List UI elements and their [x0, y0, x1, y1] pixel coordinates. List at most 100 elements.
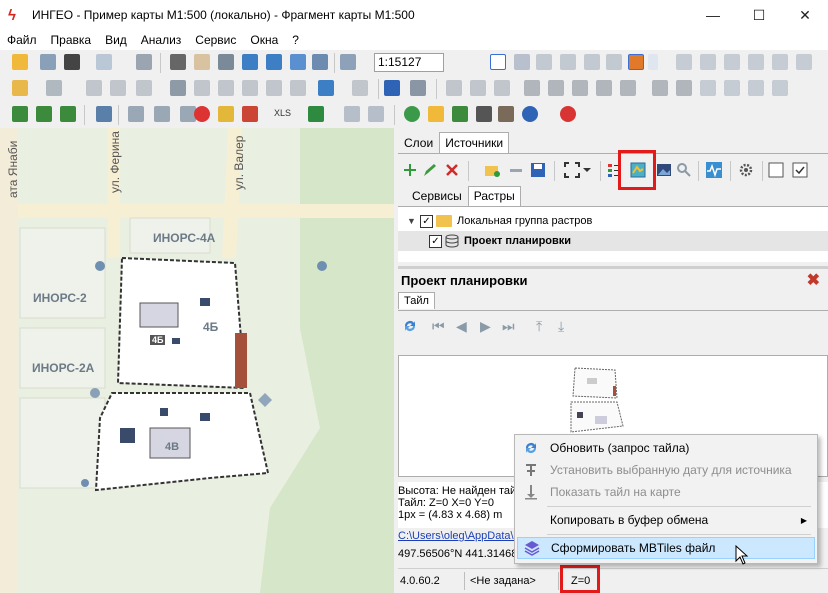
- search-icon[interactable]: [676, 162, 692, 178]
- tab-layers[interactable]: Слои: [398, 132, 439, 154]
- menu-windows[interactable]: Окна: [243, 33, 285, 47]
- tool-m-icon[interactable]: [748, 80, 764, 96]
- move-icon[interactable]: [170, 80, 186, 96]
- tree-row-group[interactable]: ▼ ✓ Локальная группа растров: [398, 211, 828, 231]
- grid4-icon[interactable]: [748, 54, 764, 70]
- delete-icon[interactable]: [444, 162, 460, 178]
- rotate-icon[interactable]: [194, 80, 210, 96]
- close-panel-icon[interactable]: ✖: [807, 270, 820, 290]
- menu-edit[interactable]: Правка: [44, 33, 99, 47]
- select-lasso-icon[interactable]: [560, 54, 576, 70]
- tool-n-icon[interactable]: [772, 80, 788, 96]
- scale-input[interactable]: 1:15127: [374, 53, 444, 72]
- select-rect-icon[interactable]: [536, 54, 552, 70]
- gear-icon[interactable]: [738, 162, 754, 178]
- node-tool3-icon[interactable]: [60, 106, 76, 122]
- tab-sources[interactable]: Источники: [439, 132, 510, 154]
- minimize-button[interactable]: —: [690, 0, 736, 30]
- select-circle-icon[interactable]: [584, 54, 600, 70]
- grid3-icon[interactable]: [724, 54, 740, 70]
- help-icon[interactable]: [522, 106, 538, 122]
- group-checkbox[interactable]: ✓: [420, 214, 433, 228]
- compass-icon[interactable]: [428, 106, 444, 122]
- menu-file[interactable]: Файл: [0, 33, 44, 47]
- save-icon[interactable]: [530, 162, 546, 178]
- node-tool-icon[interactable]: [12, 106, 28, 122]
- tile-path-link[interactable]: C:\Users\oleg\AppData\L: [398, 530, 520, 542]
- refresh-icon[interactable]: [402, 318, 418, 334]
- next-icon[interactable]: ▶: [480, 318, 491, 335]
- pencil-icon[interactable]: [422, 162, 438, 178]
- grid-icon[interactable]: [676, 54, 692, 70]
- tool-j-icon[interactable]: [676, 80, 692, 96]
- mirror-icon[interactable]: [242, 80, 258, 96]
- table-icon[interactable]: [318, 80, 334, 96]
- offset-icon[interactable]: [266, 80, 282, 96]
- menu-create-mbtiles[interactable]: Сформировать MBTiles файл: [517, 537, 815, 559]
- remove-icon[interactable]: [508, 162, 524, 178]
- vertex-icon[interactable]: [290, 80, 306, 96]
- document-icon[interactable]: [96, 54, 112, 70]
- new-object-icon[interactable]: [12, 80, 28, 96]
- zoom-out-icon[interactable]: [266, 54, 282, 70]
- copy-object-icon[interactable]: [46, 80, 62, 96]
- raster-image-icon[interactable]: [656, 162, 672, 178]
- doc-icon[interactable]: [344, 106, 360, 122]
- menu-service[interactable]: Сервис: [188, 33, 243, 47]
- search-icon[interactable]: [96, 106, 112, 122]
- chevron-down-icon[interactable]: [648, 54, 658, 70]
- tool-f-icon[interactable]: [572, 80, 588, 96]
- prev-icon[interactable]: ◀: [456, 318, 467, 335]
- select-poly-icon[interactable]: [606, 54, 622, 70]
- tool-b-icon[interactable]: [470, 80, 486, 96]
- menu-view[interactable]: Вид: [98, 33, 134, 47]
- tab-services[interactable]: Сервисы: [406, 186, 468, 206]
- grid5-icon[interactable]: [772, 54, 788, 70]
- checkbox-empty-icon[interactable]: [768, 162, 784, 178]
- item-checkbox[interactable]: ✓: [429, 234, 442, 248]
- scale-icon[interactable]: [340, 54, 356, 70]
- pan-hand-icon[interactable]: [194, 54, 210, 70]
- level-up-icon[interactable]: ⤒: [536, 318, 542, 335]
- info-icon[interactable]: [128, 106, 144, 122]
- query-icon[interactable]: [154, 106, 170, 122]
- tool-c-icon[interactable]: [494, 80, 510, 96]
- film-icon[interactable]: [218, 106, 234, 122]
- chevron-down-icon[interactable]: ▼: [407, 216, 417, 226]
- xls-label[interactable]: XLS: [274, 108, 291, 118]
- cut-icon[interactable]: [136, 80, 152, 96]
- tool-k-icon[interactable]: [700, 80, 716, 96]
- layers-icon[interactable]: [12, 54, 28, 70]
- tool-z-icon[interactable]: [242, 106, 258, 122]
- menu-analysis[interactable]: Анализ: [134, 33, 189, 47]
- plus-red-icon[interactable]: [560, 106, 576, 122]
- zoom-extent-icon[interactable]: [290, 54, 306, 70]
- select-extent-icon[interactable]: [170, 54, 186, 70]
- merge-icon[interactable]: [86, 80, 102, 96]
- tab-tile[interactable]: Тайл: [398, 292, 435, 309]
- grid2-icon[interactable]: [700, 54, 716, 70]
- tool-d-icon[interactable]: [524, 80, 540, 96]
- magnify-doc-icon[interactable]: [368, 106, 384, 122]
- grid6-icon[interactable]: [796, 54, 812, 70]
- print-icon[interactable]: [136, 54, 152, 70]
- menu-copy-clipboard[interactable]: Копировать в буфер обмена ▶: [517, 509, 815, 531]
- select-icon[interactable]: [514, 54, 530, 70]
- zoom-in-icon[interactable]: [242, 54, 258, 70]
- split-icon[interactable]: [110, 80, 126, 96]
- fullscreen-icon[interactable]: [564, 162, 580, 178]
- signal-icon[interactable]: [706, 162, 722, 178]
- maximize-button[interactable]: ☐: [736, 0, 782, 30]
- help-cursor-icon[interactable]: [410, 80, 426, 96]
- last-icon[interactable]: ⏭: [502, 318, 515, 335]
- tree-row-item[interactable]: ✓ Проект планировки: [398, 231, 828, 251]
- kpt-icon[interactable]: [308, 106, 324, 122]
- node-tool2-icon[interactable]: [36, 106, 52, 122]
- first-icon[interactable]: ⏮: [432, 318, 445, 335]
- zoom-window-icon[interactable]: [218, 54, 234, 70]
- tree-icon[interactable]: [452, 106, 468, 122]
- tool-e-icon[interactable]: [548, 80, 564, 96]
- stack-icon[interactable]: [64, 54, 80, 70]
- add-folder-icon[interactable]: [484, 162, 500, 178]
- level-down-icon[interactable]: ⤓: [558, 318, 564, 335]
